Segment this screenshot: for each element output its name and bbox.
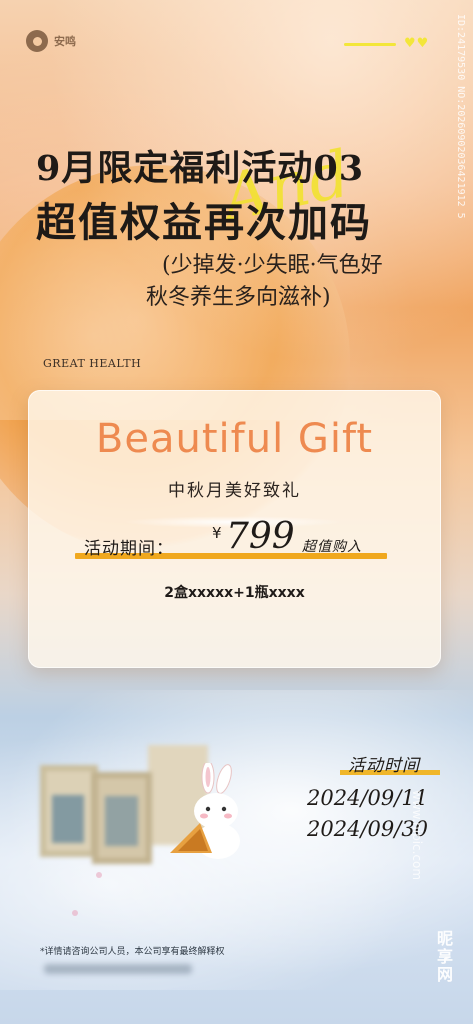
- headline-line2: 超值权益再次加码: [36, 199, 372, 246]
- card-title-cn: 中秋月美好致礼: [168, 481, 301, 501]
- subtitle-line2: 秋冬养生多向滋补): [146, 285, 331, 310]
- gift-box-image: [92, 772, 152, 864]
- price-value: 799: [226, 516, 295, 557]
- blurred-contact-info: [44, 964, 192, 974]
- disclaimer: *详情请咨询公司人员，本公司享有最终解释权: [40, 947, 225, 957]
- price-label: 活动期间：: [84, 539, 174, 559]
- petal-decoration: [96, 872, 102, 878]
- decor-line: [344, 43, 396, 46]
- offer-card: Beautiful Gift 中秋月美好致礼 活动期间： ¥ 799 超值购入 …: [28, 390, 441, 668]
- subtitle-line1: (少掉发·少失眠·气色好: [162, 253, 383, 278]
- card-title-en: Beautiful Gift: [95, 416, 374, 462]
- tagline: GREAT HEALTH: [43, 357, 142, 370]
- logo-icon: [26, 30, 48, 52]
- subtitle: (少掉发·少失眠·气色好 秋冬养生多向滋补): [146, 250, 383, 314]
- gift-box-image: [40, 765, 98, 857]
- petal-decoration: [72, 910, 78, 916]
- event-time-label: 活动时间: [348, 756, 420, 776]
- watermark-brand: 昵享网: [434, 930, 453, 984]
- brand-logo: 安鸣: [26, 30, 76, 52]
- price-note: 超值购入: [302, 539, 362, 555]
- logo-text: 安鸣: [54, 35, 76, 48]
- poster: 安鸣 ♥♥ ID:24179530 NO:20260902036421912 5…: [0, 0, 473, 1024]
- side-id-watermark: ID:24179530 NO:20260902036421912 5: [455, 14, 466, 219]
- headline-line1: 9月限定福利活动03: [36, 148, 365, 189]
- watermark-url: www.nipic.com: [410, 790, 424, 881]
- currency-symbol: ¥: [212, 524, 222, 542]
- price-row: 活动期间： ¥ 799 超值购入: [75, 516, 387, 564]
- rabbit-illustration: [170, 763, 240, 859]
- heart-icon: ♥♥: [404, 36, 430, 51]
- package-contents: 2盒xxxxx+1瓶xxxx: [164, 585, 305, 601]
